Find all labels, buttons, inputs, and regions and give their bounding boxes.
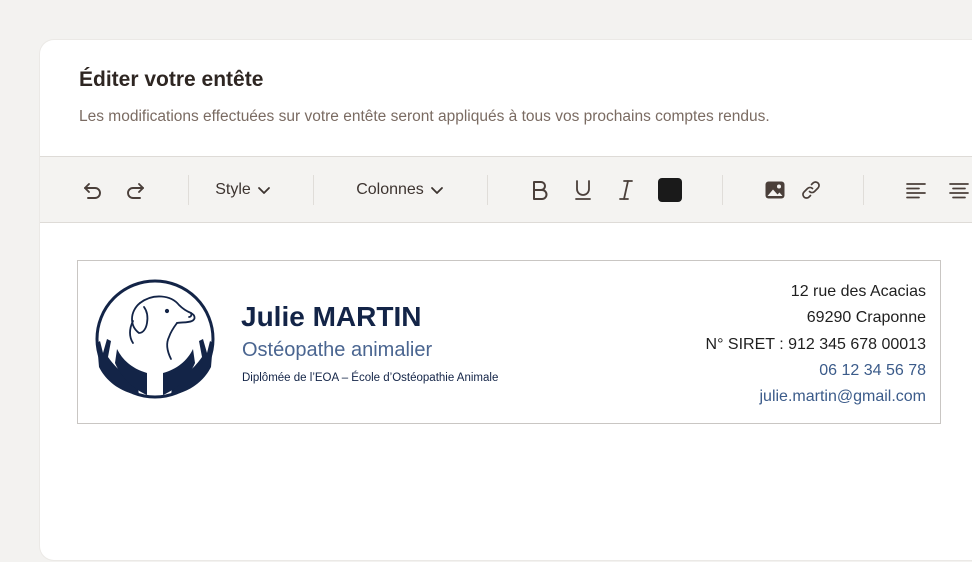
signature-role: Ostéopathe animalier [242,339,433,361]
redo-icon [127,182,144,199]
toolbar-divider [722,175,723,205]
bold-icon [533,180,548,200]
address-line-2: 69290 Craponne [806,309,926,327]
siret-number: N° SIRET : 912 345 678 00013 [705,335,926,353]
toolbar-divider [188,175,189,205]
align-left-button[interactable] [902,157,930,222]
italic-button[interactable] [612,157,640,222]
redo-button[interactable] [120,157,150,222]
align-left-icon [906,182,926,198]
undo-button[interactable] [78,157,108,222]
dog-hands-logo [95,279,215,399]
panel-header: Éditer votre entête Les modifications ef… [79,66,972,127]
image-icon [765,181,785,198]
columns-dropdown-label: Colonnes [356,180,424,198]
chevron-down-icon [430,186,443,194]
email-address: julie.martin@gmail.com [759,388,926,406]
link-icon [802,180,820,199]
insert-link-button[interactable] [797,157,825,222]
toolbar-divider [313,175,314,205]
page-title: Éditer votre entête [79,68,264,91]
chevron-down-icon [257,186,270,194]
underline-icon [575,179,591,200]
text-color-button[interactable] [654,157,686,222]
address-line-1: 12 rue des Acacias [790,283,926,300]
undo-icon [84,182,101,199]
format-toolbar: Style Colonnes [40,156,972,223]
align-center-icon [949,182,969,198]
editor-panel: Éditer votre entête Les modifications ef… [40,40,972,560]
bold-button[interactable] [526,157,554,222]
italic-icon [619,179,633,200]
columns-dropdown[interactable]: Colonnes [349,157,451,222]
style-dropdown-label: Style [215,180,251,198]
toolbar-divider [863,175,864,205]
text-color-swatch [658,177,682,202]
toolbar-divider [487,175,488,205]
insert-image-button[interactable] [761,157,789,222]
signature-diploma: Diplômée de l’EOA – École d’Ostéopathie … [242,372,499,384]
signature-block[interactable]: Julie MARTIN Ostéopathe animalier Diplôm… [77,260,941,424]
phone-number: 06 12 34 56 78 [819,361,926,379]
page-subtitle: Les modifications effectuées sur votre e… [79,108,770,125]
signature-name: Julie MARTIN [241,301,422,332]
editor-content-area[interactable]: Julie MARTIN Ostéopathe animalier Diplôm… [40,222,972,562]
align-center-button[interactable] [945,157,972,222]
underline-button[interactable] [569,157,597,222]
style-dropdown[interactable]: Style [210,157,276,222]
signature-contact: 12 rue des Acacias 69290 Craponne N° SIR… [706,279,926,410]
